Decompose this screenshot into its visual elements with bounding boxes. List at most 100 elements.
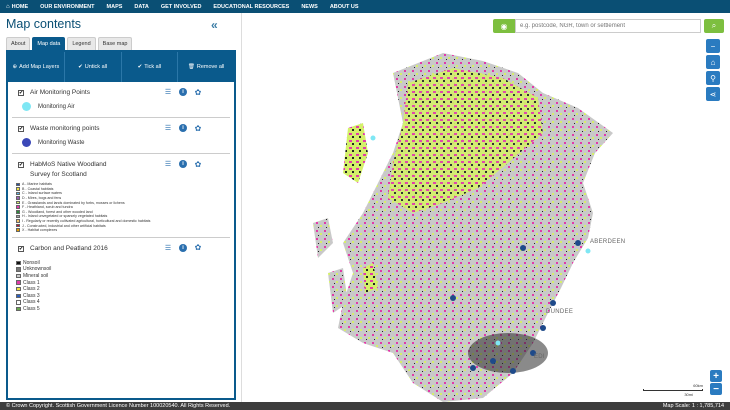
tab-about[interactable]: About — [6, 37, 31, 50]
layer-symbol: Monitoring Waste — [12, 134, 230, 153]
legend-label: Class 3 — [23, 292, 40, 299]
location-pin-icon[interactable]: ⚲ — [706, 71, 720, 85]
gear-icon[interactable]: ✿ — [194, 88, 202, 97]
legend-swatch — [16, 267, 21, 272]
legend-swatch — [16, 306, 21, 312]
trash-icon: 🗑 — [187, 64, 195, 70]
carbon-legend: Nonsoil Unknownsoil Mineral soil Class 1 Cla… — [12, 254, 230, 317]
legend-row: X - Habitat complexes — [16, 228, 230, 233]
eye-icon[interactable]: ◉ — [493, 19, 515, 33]
legend-label: C - Inland surface waters — [22, 191, 62, 196]
nav-about-us[interactable]: ABOUT US — [330, 4, 359, 10]
tab-base-map[interactable]: Base map — [97, 37, 133, 50]
legend-label: Nonsoil — [23, 259, 40, 266]
layer-checkbox[interactable]: ✔ — [18, 90, 24, 96]
info-icon[interactable]: i — [179, 243, 187, 252]
legend-swatch — [16, 260, 21, 266]
map-label-dundee: DUNDEE — [546, 309, 574, 315]
gear-icon[interactable]: ✿ — [194, 160, 202, 169]
scale-bar: 60km 30mi — [643, 383, 703, 397]
remove-all-button[interactable]: 🗑 Remove all — [178, 52, 234, 82]
legend-label: Class 5 — [23, 305, 40, 312]
list-icon[interactable]: ☰ — [164, 88, 172, 96]
panel-title: Map contents — [6, 17, 82, 31]
untick-all-button[interactable]: ✔ Untick all — [65, 52, 122, 82]
home-icon[interactable]: ⌂ — [706, 55, 720, 69]
zoom-in-button[interactable]: + — [710, 370, 722, 382]
list-icon[interactable]: ☰ — [164, 244, 172, 252]
plus-circle-icon: ⊕ — [12, 64, 18, 70]
legend-label: B - Coastal habitats — [22, 186, 54, 191]
legend-label: D - Mires, bogs and fens — [22, 196, 62, 201]
island-shape — [343, 123, 368, 183]
search-button[interactable]: ⌕ — [704, 19, 724, 33]
layer-checkbox[interactable]: ✔ — [18, 162, 24, 168]
nav-home[interactable]: ⌂ HOME — [6, 4, 28, 10]
nav-educational-resources[interactable]: EDUCATIONAL RESOURCES — [213, 4, 289, 10]
legend-label: Unknownsoil — [23, 266, 52, 273]
search-icon: ⌕ — [711, 21, 717, 30]
legend-label: Class 2 — [23, 286, 40, 293]
double-chevron-left-icon[interactable]: « — [211, 18, 218, 32]
list-icon[interactable]: ☰ — [164, 124, 172, 132]
scale-mi: 30mi — [684, 392, 693, 397]
tab-legend[interactable]: Legend — [67, 37, 96, 50]
layer-title: Waste monitoring points — [30, 125, 100, 132]
zoom-controls: + − — [710, 370, 722, 395]
panel-tabs: About Map data Legend Base map — [6, 37, 133, 50]
air-point — [495, 340, 501, 346]
legend-swatch — [16, 191, 20, 196]
tab-map-data[interactable]: Map data — [32, 37, 66, 50]
island-shape — [313, 218, 333, 258]
map-label-edinburgh: EDI — [534, 354, 545, 360]
layer-checkbox[interactable]: ✔ — [18, 126, 24, 132]
layer-checkbox[interactable]: ✔ — [18, 245, 24, 252]
legend-swatch — [16, 223, 20, 228]
monitoring-point — [450, 295, 456, 301]
legend-label: Class 4 — [23, 299, 40, 306]
top-navigation: ⌂ HOME OUR ENVIRONMENT MAPS DATA GET INVO… — [0, 0, 730, 13]
habmos-legend: A - Marine habitats B - Coastal habitats C… — [12, 180, 230, 237]
layer-waste-monitoring: ✔ Waste monitoring points ☰ i ✿ Monitori… — [12, 118, 230, 154]
legend-swatch — [16, 300, 21, 305]
legend-label: X - Habitat complexes — [22, 228, 58, 233]
map-side-controls: − ⌂ ⚲ ⋖ — [706, 39, 720, 101]
info-icon[interactable]: i — [179, 88, 187, 96]
monitoring-point — [520, 245, 526, 251]
layer-title: Carbon and Peatland 2016 — [30, 244, 108, 252]
gear-icon[interactable]: ✿ — [194, 243, 202, 252]
legend-swatch — [16, 200, 20, 205]
check-icon: ✔ — [137, 64, 143, 70]
nav-get-involved[interactable]: GET INVOLVED — [161, 4, 202, 10]
list-icon[interactable]: ☰ — [164, 160, 172, 168]
legend-row: Class 5 — [16, 306, 230, 313]
info-icon[interactable]: i — [179, 124, 187, 132]
map-label-aberdeen: ABERDEEN — [590, 239, 626, 245]
location-search-input[interactable] — [515, 19, 701, 33]
map-contents-panel: Map contents « About Map data Legend Bas… — [0, 13, 242, 402]
legend-swatch — [16, 293, 21, 299]
layer-toolbar: ⊕ Add Map Layers ✔ Untick all ✔ Tick all 🗑 R… — [8, 52, 234, 82]
nav-news[interactable]: NEWS — [301, 4, 318, 10]
layer-air-monitoring: ✔ Air Monitoring Points ☰ i ✿ Monitoring… — [12, 82, 230, 118]
legend-swatch — [16, 280, 21, 285]
legend-swatch — [16, 187, 20, 191]
nav-our-environment[interactable]: OUR ENVIRONMENT — [40, 4, 94, 10]
scale-km: 60km — [693, 383, 703, 388]
zoom-out-button[interactable]: − — [710, 383, 722, 395]
legend-swatch — [16, 214, 20, 219]
home-icon: ⌂ — [6, 3, 10, 10]
nav-data[interactable]: DATA — [134, 4, 148, 10]
layer-title: Air Monitoring Points — [30, 89, 90, 96]
info-icon[interactable]: i — [179, 160, 187, 168]
map-canvas[interactable]: ABERDEEN DUNDEE EDI ◉ ⌕ − ⌂ ⚲ ⋖ + − 60km… — [243, 13, 730, 402]
share-icon[interactable]: ⋖ — [706, 87, 720, 101]
check-icon: ✔ — [78, 64, 83, 70]
add-map-layers-button[interactable]: ⊕ Add Map Layers — [8, 52, 65, 82]
nav-maps[interactable]: MAPS — [107, 4, 123, 10]
gear-icon[interactable]: ✿ — [194, 124, 202, 133]
tick-all-button[interactable]: ✔ Tick all — [122, 52, 179, 82]
map-data-content: ⊕ Add Map Layers ✔ Untick all ✔ Tick all 🗑 R… — [6, 50, 236, 400]
minus-icon[interactable]: − — [706, 39, 720, 53]
legend-label: G - Woodland, forest and other wooded la… — [22, 209, 93, 214]
